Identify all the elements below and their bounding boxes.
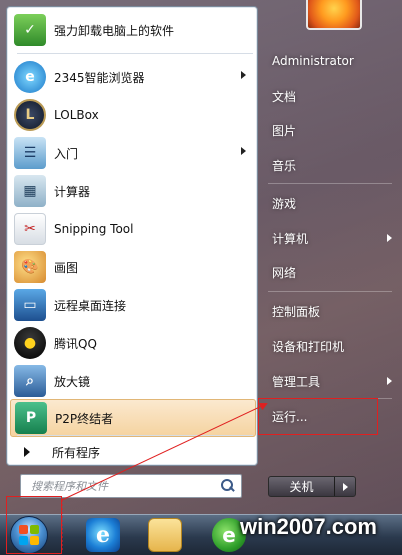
right-item-devices-printers[interactable]: 设备和打印机 <box>264 332 396 360</box>
p2p-icon: P <box>15 402 47 434</box>
paint-icon: 🎨 <box>14 251 46 283</box>
remote-desktop-icon: ▭ <box>14 289 46 321</box>
browser-2345-icon: e <box>14 61 46 93</box>
right-item-games[interactable]: 游戏 <box>264 189 396 217</box>
uninstall-icon: ✓ <box>14 14 46 46</box>
right-item-label: 游戏 <box>272 196 297 211</box>
search-placeholder[interactable]: 搜索程序和文件 <box>21 478 217 494</box>
program-item-2345-browser[interactable]: e 2345智能浏览器 <box>10 58 256 96</box>
right-item-label: 管理工具 <box>272 374 321 389</box>
start-menu-programs-pane: ✓ 强力卸载电脑上的软件 e 2345智能浏览器 L LOLBox ☰ 入门 ▦… <box>6 6 258 466</box>
start-menu: ✓ 强力卸载电脑上的软件 e 2345智能浏览器 L LOLBox ☰ 入门 ▦… <box>0 0 402 514</box>
program-label: LOLBox <box>54 108 99 122</box>
program-item-magnifier[interactable]: ⌕ 放大镜 <box>10 362 256 400</box>
right-item-label: 控制面板 <box>272 304 321 319</box>
program-label: Snipping Tool <box>54 222 134 236</box>
right-item-label: 图片 <box>272 123 297 138</box>
lolbox-icon: L <box>14 99 46 131</box>
program-item-calculator[interactable]: ▦ 计算器 <box>10 172 256 210</box>
program-label: 画图 <box>54 260 79 275</box>
search-box[interactable]: 搜索程序和文件 <box>20 474 242 498</box>
getting-started-icon: ☰ <box>14 137 46 169</box>
program-label: 2345智能浏览器 <box>54 70 145 85</box>
shutdown-options-button[interactable] <box>335 477 355 496</box>
search-icon[interactable] <box>217 476 237 496</box>
program-label: 远程桌面连接 <box>54 298 127 313</box>
qq-icon: ● <box>14 327 46 359</box>
right-item-label: 文档 <box>272 89 297 104</box>
divider <box>17 435 253 436</box>
expand-arrow-icon <box>24 447 30 457</box>
right-item-label: Administrator <box>272 54 354 68</box>
right-item-label: 音乐 <box>272 158 297 173</box>
right-item-control-panel[interactable]: 控制面板 <box>264 297 396 325</box>
program-label: 腾讯QQ <box>54 336 97 351</box>
right-item-music[interactable]: 音乐 <box>264 151 396 179</box>
divider <box>17 53 253 54</box>
program-label: P2P终结者 <box>55 411 114 426</box>
calculator-icon: ▦ <box>14 175 46 207</box>
user-picture[interactable] <box>306 0 362 30</box>
right-item-network[interactable]: 网络 <box>264 258 396 286</box>
submenu-arrow-icon <box>241 71 246 79</box>
right-item-pictures[interactable]: 图片 <box>264 116 396 144</box>
magnifier-icon: ⌕ <box>14 365 46 397</box>
program-item-qq[interactable]: ● 腾讯QQ <box>10 324 256 362</box>
right-item-user[interactable]: Administrator <box>264 47 396 75</box>
divider <box>268 183 392 184</box>
program-item-remote-desktop[interactable]: ▭ 远程桌面连接 <box>10 286 256 324</box>
program-item-lolbox[interactable]: L LOLBox <box>10 96 256 134</box>
submenu-arrow-icon <box>387 234 392 242</box>
start-highlight-box <box>6 496 62 554</box>
right-item-computer[interactable]: 计算机 <box>264 224 396 252</box>
all-programs-button[interactable]: 所有程序 <box>10 437 256 467</box>
program-label: 强力卸载电脑上的软件 <box>54 23 175 38</box>
watermark: win2007.com <box>240 514 377 539</box>
snipping-tool-icon: ✂ <box>14 213 46 245</box>
program-label: 放大镜 <box>54 374 91 389</box>
right-item-label: 设备和打印机 <box>272 339 345 354</box>
program-label: 计算器 <box>54 184 91 199</box>
program-item-snipping-tool[interactable]: ✂ Snipping Tool <box>10 210 256 248</box>
right-item-label: 计算机 <box>272 231 309 246</box>
internet-explorer-icon[interactable]: e <box>86 518 120 552</box>
program-label: 入门 <box>54 146 79 161</box>
program-item-paint[interactable]: 🎨 画图 <box>10 248 256 286</box>
submenu-arrow-icon <box>241 147 246 155</box>
shutdown-button[interactable]: 关机 <box>269 477 335 496</box>
all-programs-label: 所有程序 <box>52 445 101 460</box>
right-item-admin-tools[interactable]: 管理工具 <box>264 367 396 395</box>
run-highlight-box <box>258 398 378 435</box>
program-item-p2p[interactable]: P P2P终结者 <box>10 399 256 437</box>
right-item-label: 网络 <box>272 265 297 280</box>
program-item-uninstaller[interactable]: ✓ 强力卸载电脑上的软件 <box>10 11 256 49</box>
program-item-getting-started[interactable]: ☰ 入门 <box>10 134 256 172</box>
file-explorer-icon[interactable] <box>148 518 182 552</box>
right-item-documents[interactable]: 文档 <box>264 82 396 110</box>
submenu-arrow-icon <box>387 377 392 385</box>
shutdown-button-group: 关机 <box>268 476 356 497</box>
divider <box>268 291 392 292</box>
